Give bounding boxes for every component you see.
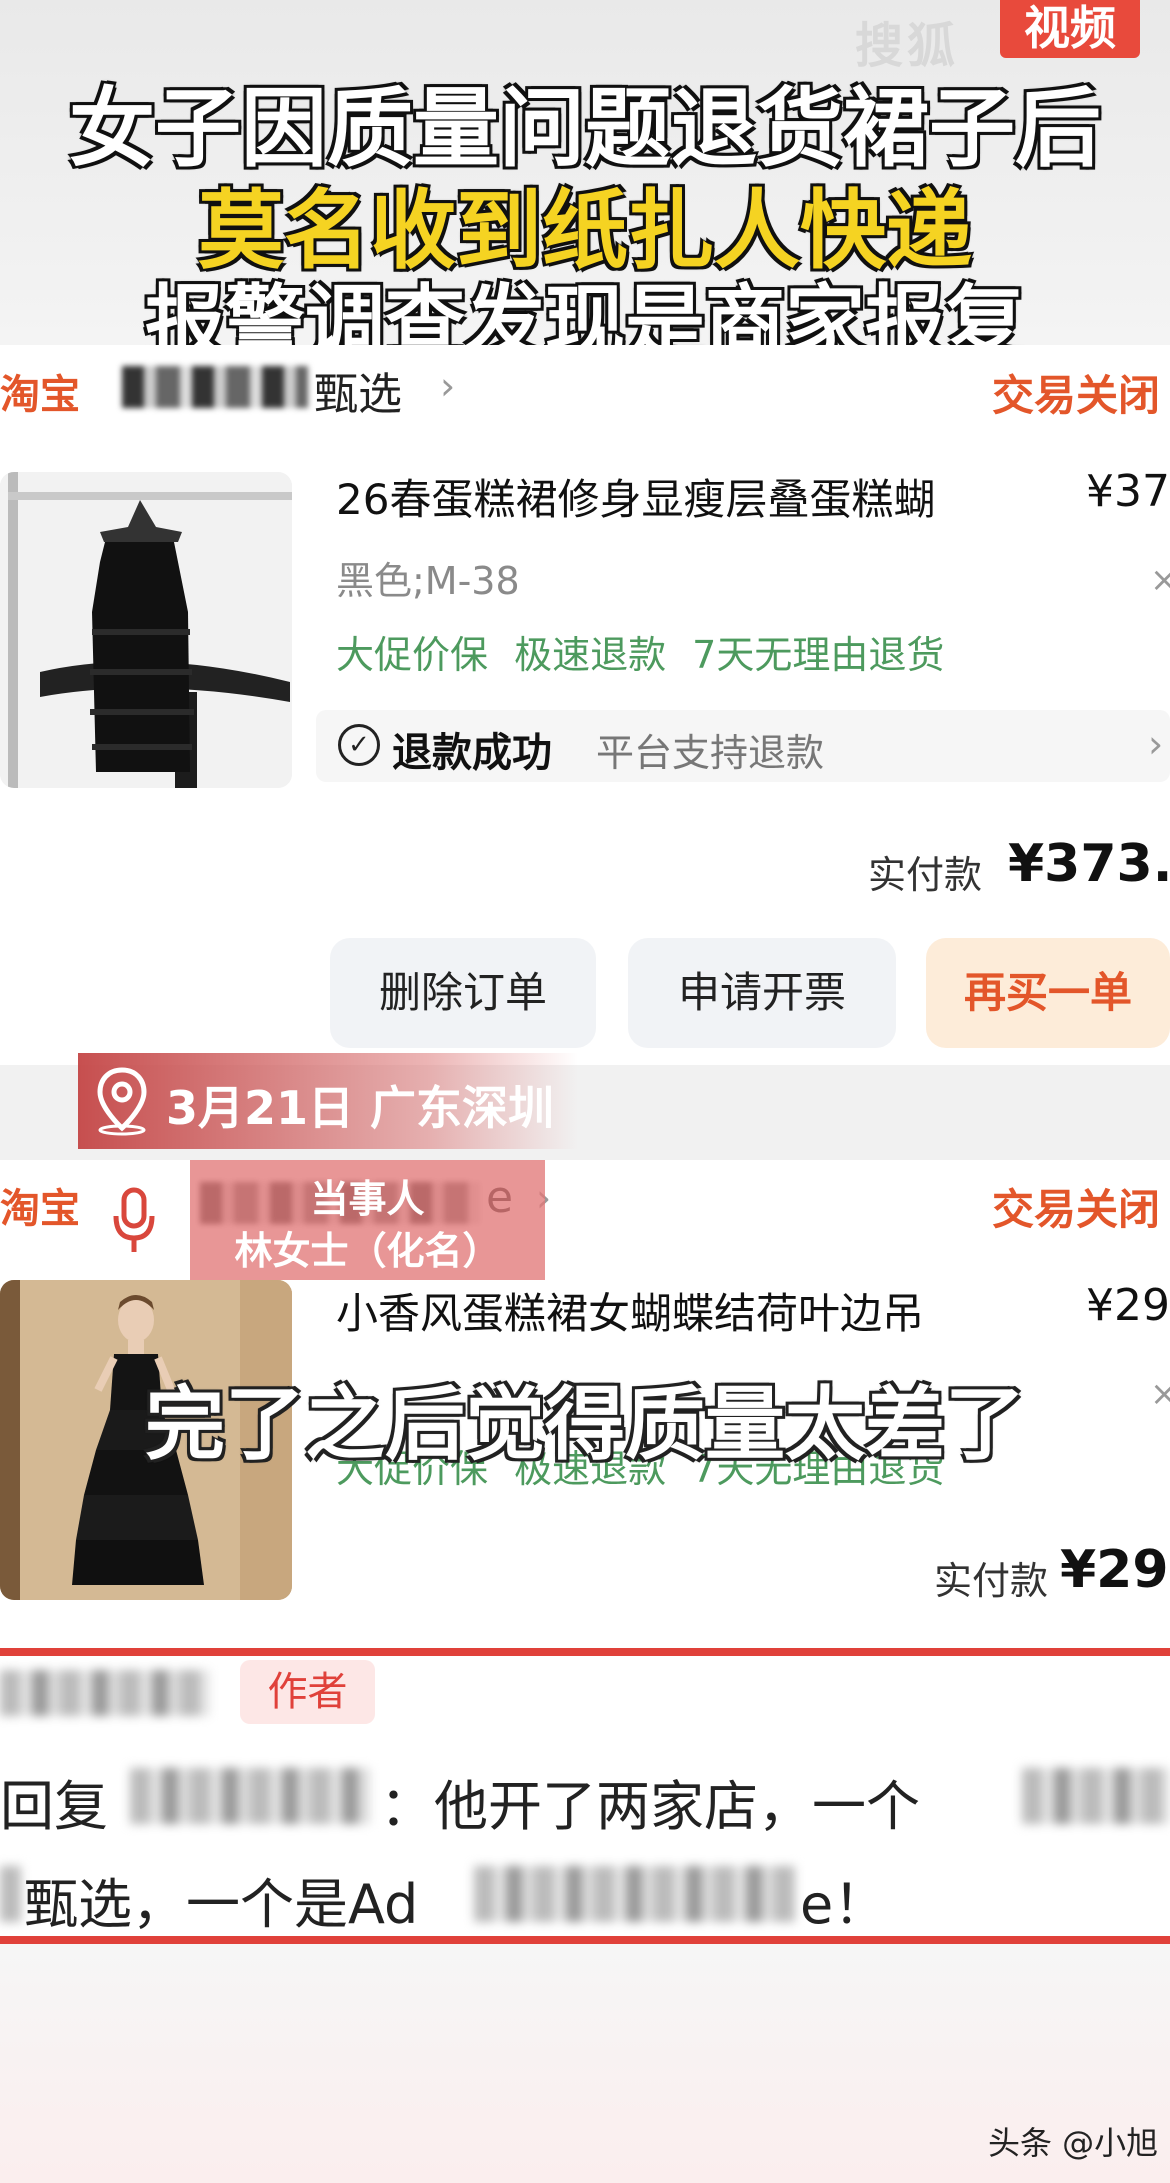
request-invoice-button[interactable]: 申请开票 [628,938,896,1048]
paid-amount: ¥292 [1060,1540,1170,1600]
comment-blurred-shop-2 [474,1866,796,1922]
location-date-text: 3月21日 广东深圳 [166,1081,555,1135]
order-status: 交易关闭 [992,1185,1161,1234]
comment-line-2-start: 甄选，一个是Ad [24,1873,419,1936]
delete-order-button[interactable]: 删除订单 [330,938,596,1048]
watermark: 头条 @小旭 [988,2124,1159,2162]
service-tags: 大促价保 极速退款 7天无理由退货 [336,633,945,677]
reply-prefix: 回复 [0,1775,108,1838]
chevron-right-icon[interactable]: › [440,364,455,408]
order-status: 交易关闭 [992,371,1161,420]
video-subtitle: 完了之后觉得质量太差了 [145,1378,1025,1471]
paid-amount: ¥373.5 [1008,834,1170,894]
product-title[interactable]: 26春蛋糕裙修身显瘦层叠蛋糕蝴 [336,466,935,527]
product-spec: 黑色;M-38 [336,559,520,603]
buy-again-button[interactable]: 再买一单 [926,938,1170,1048]
paid-label: 实付款 [934,1559,1049,1603]
paid-label: 实付款 [868,853,983,897]
platform-label: 淘宝 [0,1186,80,1232]
location-pin-icon [92,1066,152,1136]
comment-line-1: ：他开了两家店，一个 [380,1775,920,1838]
comment-blurred-prefix [0,1866,22,1922]
checkmark-icon: ✓ [338,724,380,766]
product-image-black-dress[interactable] [0,472,292,788]
product-price: ¥37 [1086,466,1170,517]
comment-line-2-end: e！ [800,1873,888,1936]
speaker-role: 当事人 [310,1177,425,1221]
platform-support-note: 平台支持退款 [596,731,825,775]
speaker-name: 林女士（化名） [234,1229,501,1273]
chevron-right-icon[interactable]: › [1148,722,1163,766]
comment-blurred-shop [1022,1768,1170,1824]
refund-status: 退款成功 [392,730,552,776]
video-logo-tag: 视频 [1000,0,1140,58]
microphone-icon [112,1186,156,1260]
shop-name-suffix[interactable]: 甄选 [314,358,402,422]
commenter-name-blurred [0,1670,210,1716]
product-quantity: × [1150,560,1170,600]
shop-name-blurred [122,366,308,408]
product-price: ¥29 [1086,1280,1170,1331]
reply-target-blurred [130,1768,370,1824]
platform-label: 淘宝 [0,372,80,418]
product-title[interactable]: 小香风蛋糕裙女蝴蝶结荷叶边吊 [336,1280,924,1341]
author-badge: 作者 [240,1660,375,1724]
